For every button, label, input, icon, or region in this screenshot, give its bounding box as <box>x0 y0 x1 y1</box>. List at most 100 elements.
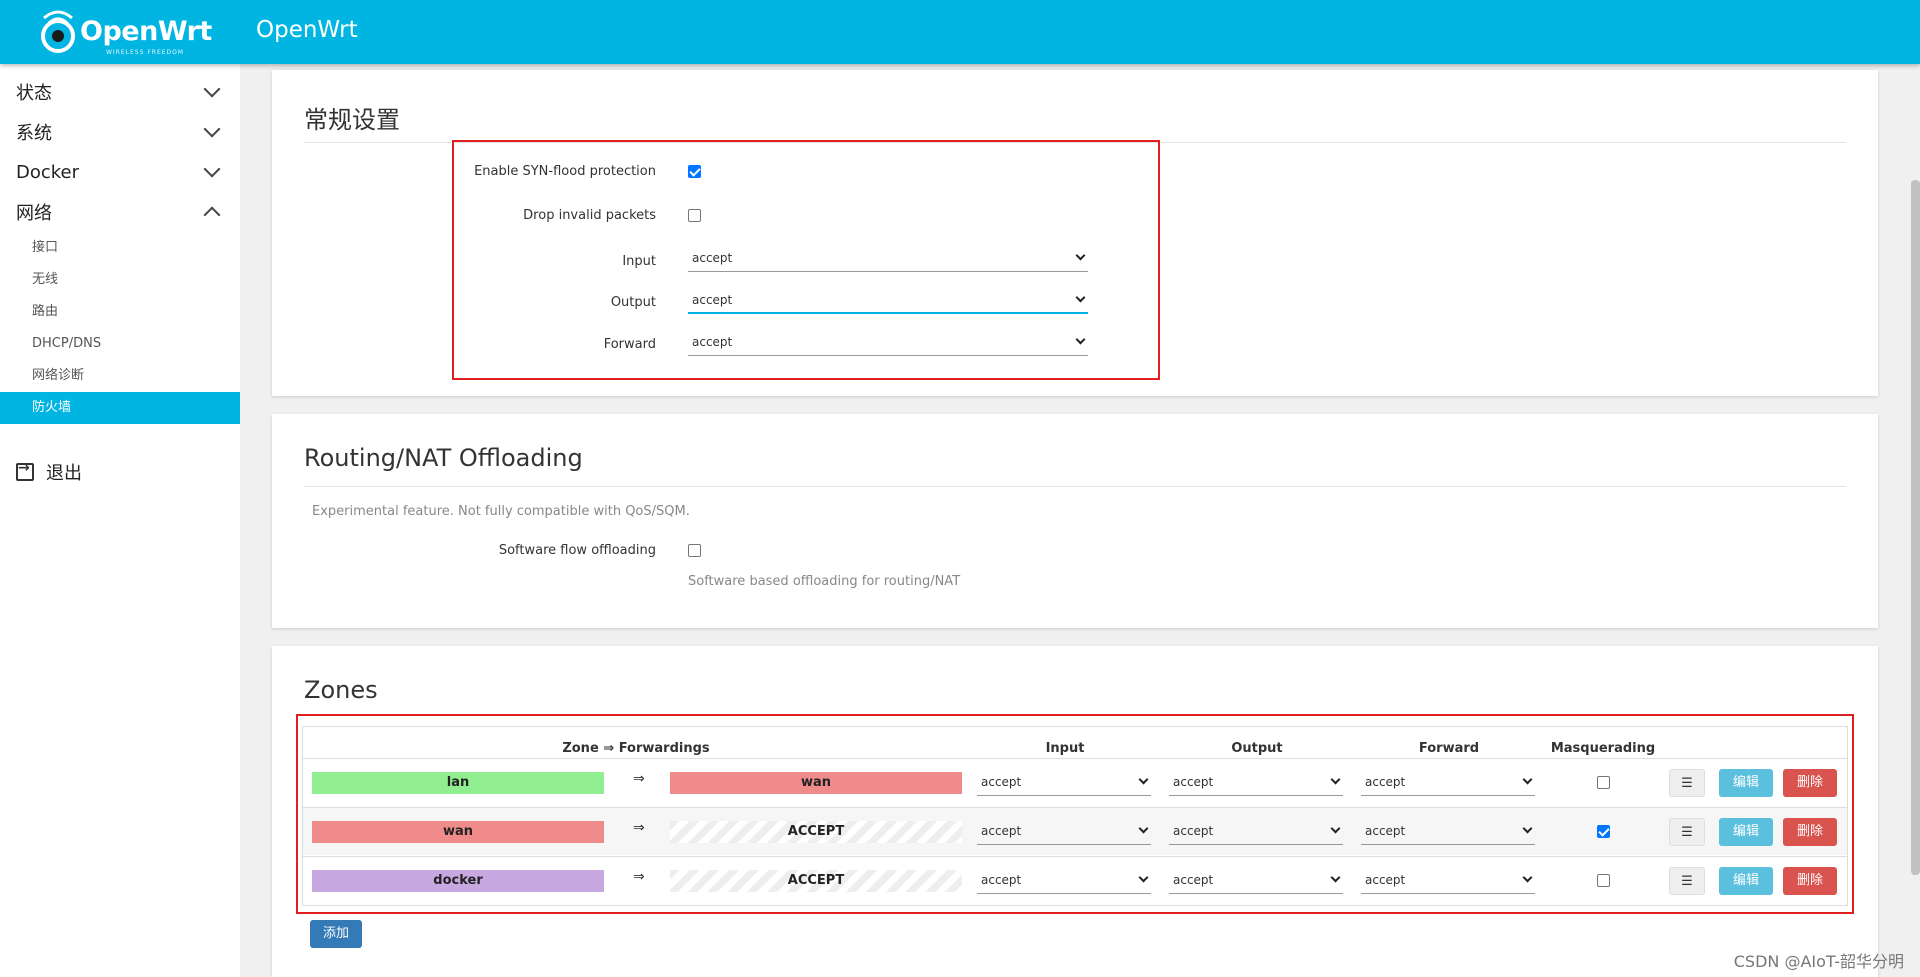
chevron-up-icon <box>203 206 221 224</box>
select-value: accept <box>1173 873 1214 887</box>
output-policy-select[interactable]: accept <box>688 288 1088 314</box>
chevron-down-icon <box>1075 250 1086 261</box>
zone-output-select[interactable]: accept <box>1169 770 1343 796</box>
zone-output-select[interactable]: accept <box>1169 868 1343 894</box>
chevron-down-icon <box>1138 823 1149 834</box>
chevron-down-icon <box>1330 823 1341 834</box>
sidebar-item-dhcp-dns[interactable]: DHCP/DNS <box>0 328 240 360</box>
row-menu-button[interactable]: ☰ <box>1669 867 1705 895</box>
sidebar-item-firewall[interactable]: 防火墙 <box>0 392 240 424</box>
sidebar-item-diagnostics[interactable]: 网络诊断 <box>0 360 240 392</box>
syn-flood-label: Enable SYN-flood protection <box>474 164 656 179</box>
sidebar-menu-label: 系统 <box>16 123 52 144</box>
zone-badge-lan: lan <box>312 772 604 794</box>
chevron-down-icon <box>203 80 221 98</box>
sidebar-menu-label: 网络 <box>16 203 52 224</box>
zone-badge-wan: wan <box>670 772 962 794</box>
chevron-down-icon <box>203 120 221 138</box>
sidebar: 状态 系统 Docker 网络 接口 无线 路由 DHCP/DNS 网络诊断 防… <box>0 64 240 977</box>
add-zone-button[interactable]: 添加 <box>310 920 362 948</box>
col-header-masquerading: Masquerading <box>1550 741 1656 756</box>
sw-flow-help: Software based offloading for routing/NA… <box>688 574 961 589</box>
col-header-output: Output <box>1231 741 1283 756</box>
edit-button[interactable]: 编辑 <box>1719 818 1773 846</box>
select-value: accept <box>981 873 1022 887</box>
syn-flood-checkbox[interactable] <box>688 165 701 178</box>
zone-input-select[interactable]: accept <box>977 770 1151 796</box>
zone-forward-select[interactable]: accept <box>1361 868 1535 894</box>
chevron-down-icon <box>1522 823 1533 834</box>
masquerading-checkbox[interactable] <box>1597 874 1610 887</box>
chevron-down-icon <box>1330 872 1341 883</box>
forward-policy-label: Forward <box>603 337 656 352</box>
select-value: accept <box>1365 775 1406 789</box>
divider <box>304 486 1846 487</box>
sw-flow-checkbox[interactable] <box>688 544 701 557</box>
delete-button[interactable]: 删除 <box>1783 818 1837 846</box>
chevron-down-icon <box>203 160 221 178</box>
sidebar-menu-label: 状态 <box>16 83 52 104</box>
edit-button[interactable]: 编辑 <box>1719 769 1773 797</box>
logout-link[interactable]: 退出 <box>0 452 240 492</box>
sidebar-item-routes[interactable]: 路由 <box>0 296 240 328</box>
select-value: accept <box>1365 824 1406 838</box>
col-header-forward: Forward <box>1418 741 1480 756</box>
chevron-down-icon <box>1138 774 1149 785</box>
zone-badge-docker: docker <box>312 870 604 892</box>
sidebar-menu-status[interactable]: 状态 <box>0 72 240 112</box>
sidebar-menu-docker[interactable]: Docker <box>0 152 240 192</box>
row-menu-button[interactable]: ☰ <box>1669 769 1705 797</box>
logout-icon <box>16 460 34 481</box>
drop-invalid-label: Drop invalid packets <box>523 208 656 223</box>
edit-button[interactable]: 编辑 <box>1719 867 1773 895</box>
select-value: accept <box>981 775 1022 789</box>
sidebar-item-wireless[interactable]: 无线 <box>0 264 240 296</box>
forward-arrow: ⇒ <box>633 869 645 885</box>
masquerading-checkbox[interactable] <box>1597 825 1610 838</box>
drop-invalid-checkbox[interactable] <box>688 209 701 222</box>
chevron-down-icon <box>1330 774 1341 785</box>
watermark: CSDN @AIoT-韶华分明 <box>1733 952 1904 971</box>
chevron-down-icon <box>1522 774 1533 785</box>
delete-button[interactable]: 删除 <box>1783 769 1837 797</box>
zone-forward-select[interactable]: accept <box>1361 819 1535 845</box>
input-policy-label: Input <box>622 254 656 269</box>
brand-title[interactable]: OpenWrt <box>256 17 358 43</box>
forward-arrow: ⇒ <box>633 820 645 836</box>
chevron-down-icon <box>1075 334 1086 345</box>
col-header-zone: Zone ⇒ Forwardings <box>562 741 710 756</box>
select-value: accept <box>692 293 733 307</box>
zone-input-select[interactable]: accept <box>977 868 1151 894</box>
offload-description: Experimental feature. Not fully compatib… <box>312 504 690 519</box>
sidebar-item-interfaces[interactable]: 接口 <box>0 232 240 264</box>
masquerading-checkbox[interactable] <box>1597 776 1610 789</box>
delete-button[interactable]: 删除 <box>1783 867 1837 895</box>
zone-input-select[interactable]: accept <box>977 819 1151 845</box>
zone-forward-select[interactable]: accept <box>1361 770 1535 796</box>
section-title: Zones <box>304 676 378 704</box>
sidebar-menu-system[interactable]: 系统 <box>0 112 240 152</box>
zone-badge-accept: ACCEPT <box>670 821 962 843</box>
sidebar-menu-network[interactable]: 网络 <box>0 192 240 232</box>
input-policy-select[interactable]: accept <box>688 246 1088 272</box>
select-value: accept <box>1173 775 1214 789</box>
select-value: accept <box>692 335 733 349</box>
offloading-card: Routing/NAT Offloading <box>272 414 1878 628</box>
logo-text: OpenWrt <box>80 16 212 47</box>
output-policy-label: Output <box>610 295 656 310</box>
page-scrollbar[interactable] <box>1911 180 1920 875</box>
top-header: OpenWrt WIRELESS FREEDOM OpenWrt <box>0 0 1920 64</box>
select-value: accept <box>981 824 1022 838</box>
sw-flow-label: Software flow offloading <box>498 543 656 558</box>
zone-output-select[interactable]: accept <box>1169 819 1343 845</box>
zones-table: Zone ⇒ Forwardings Input Output Forward … <box>302 726 1848 906</box>
select-value: accept <box>1173 824 1214 838</box>
select-value: accept <box>692 251 733 265</box>
wifi-logo-icon <box>41 10 75 53</box>
forward-policy-select[interactable]: accept <box>688 330 1088 356</box>
openwrt-logo[interactable]: OpenWrt WIRELESS FREEDOM <box>38 6 212 58</box>
table-row: docker ⇒ ACCEPT accept accept accept ☰ 编… <box>303 856 1847 904</box>
sidebar-menu-label: Docker <box>16 161 80 183</box>
logout-label: 退出 <box>46 463 82 484</box>
row-menu-button[interactable]: ☰ <box>1669 818 1705 846</box>
